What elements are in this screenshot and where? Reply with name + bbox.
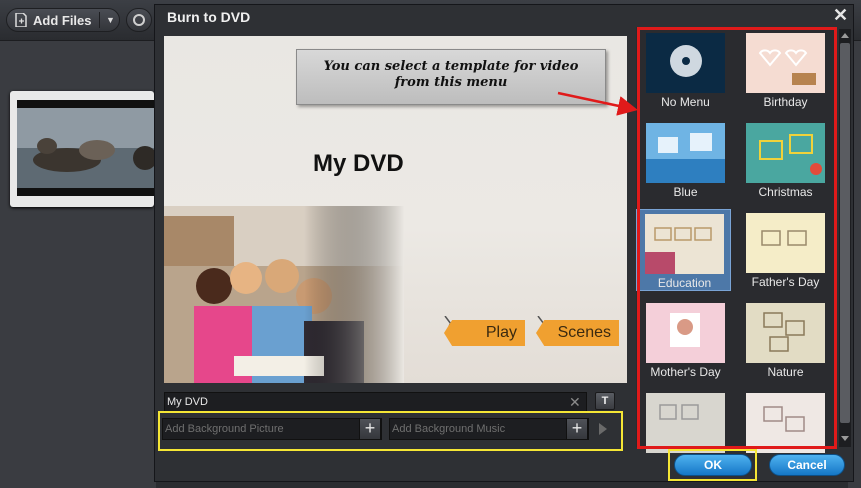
thumbnail-image [17,100,154,196]
video-thumbnail[interactable] [10,91,154,207]
add-files-label: Add Files [33,12,92,28]
capture-icon [133,14,145,26]
add-files-button[interactable]: Add Files ▼ [6,8,120,32]
media-library-panel [0,41,156,488]
cancel-button[interactable]: Cancel [769,454,845,476]
chevron-down-icon[interactable]: ▼ [106,15,115,25]
button-divider [99,12,100,28]
ok-button[interactable]: OK [674,454,752,476]
burn-to-dvd-dialog: Burn to DVD ✕ You can select a template … [154,4,854,482]
annotation-arrow [557,91,638,116]
capture-button[interactable] [126,8,152,32]
add-file-icon [15,13,27,27]
